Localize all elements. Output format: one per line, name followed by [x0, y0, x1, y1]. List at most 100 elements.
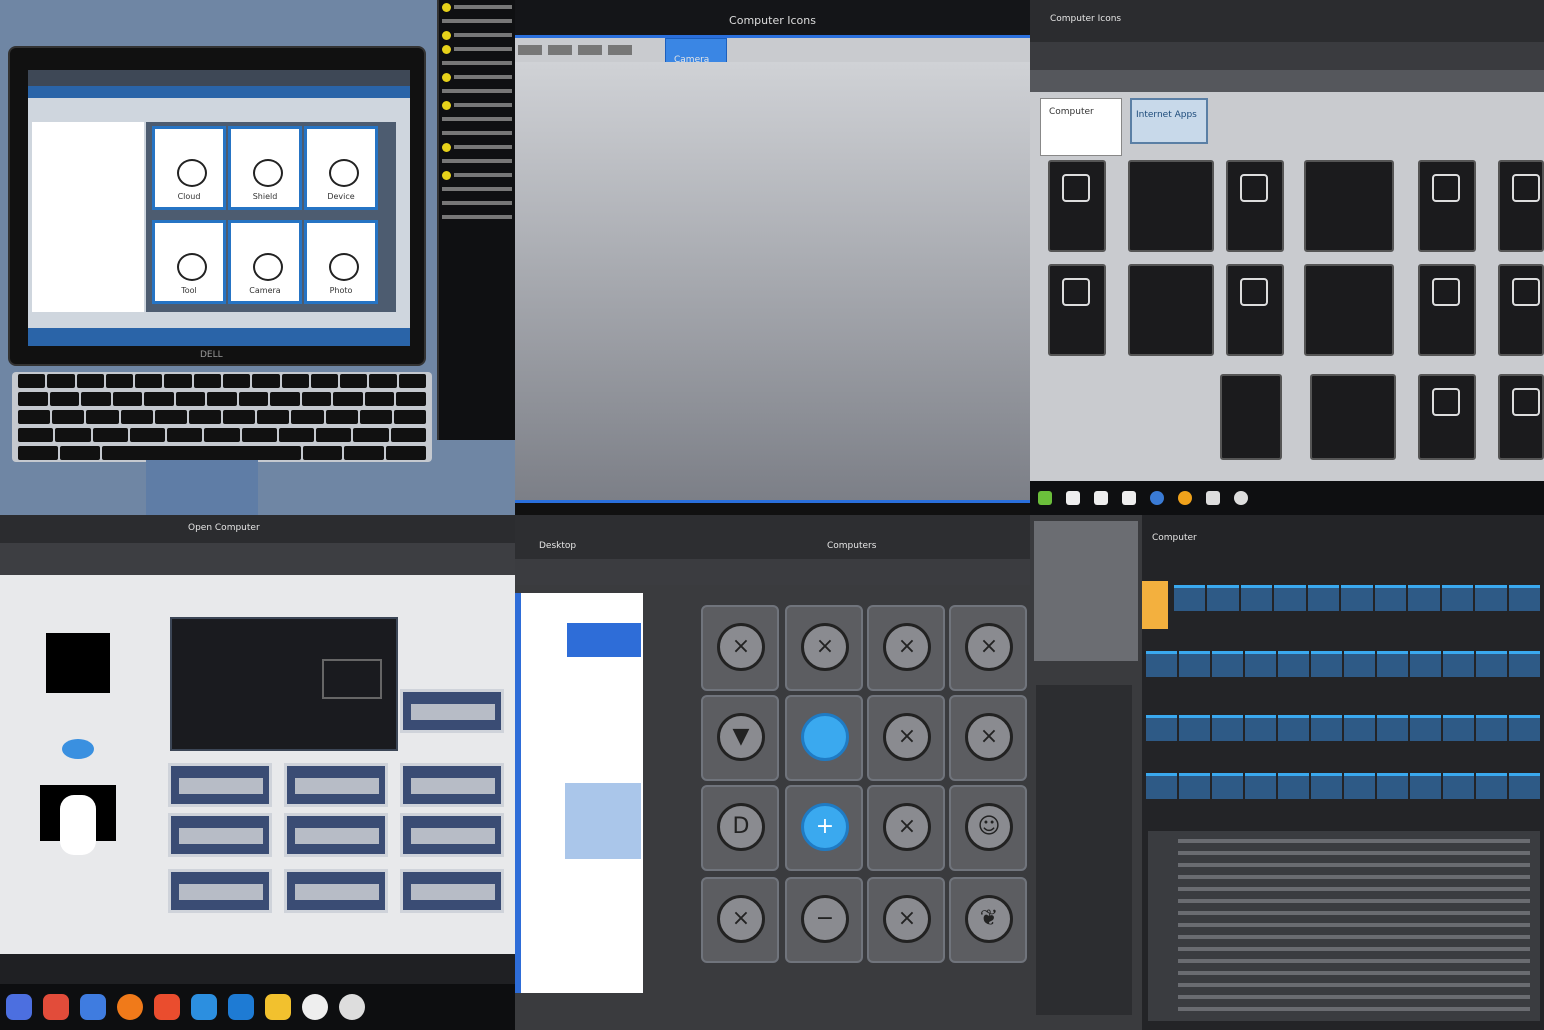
icon-tile[interactable] [1048, 264, 1106, 356]
ribbon-row[interactable] [1142, 715, 1544, 741]
monitor-icon [1432, 278, 1460, 306]
ribbon-row[interactable] [1142, 651, 1544, 677]
icon-tile[interactable] [1418, 374, 1476, 460]
grid-button[interactable]: ▼ [701, 695, 779, 781]
grid-button[interactable] [785, 695, 863, 781]
grid-button[interactable]: × [785, 605, 863, 691]
grid-button[interactable]: × [701, 605, 779, 691]
screen-title-bar [28, 70, 410, 86]
dock-app-icon[interactable] [154, 994, 180, 1020]
app-card[interactable]: Shield [228, 126, 302, 210]
app-icon[interactable] [1150, 491, 1164, 505]
screen-sidebar[interactable] [32, 122, 144, 312]
screen-icon-panel: Cloud Shield Device Tool Camera Photo [146, 122, 396, 312]
hand-icon [40, 785, 116, 855]
app-icon[interactable] [1206, 491, 1220, 505]
app-card[interactable]: Photo [304, 220, 378, 304]
dock-app-icon[interactable] [228, 994, 254, 1020]
sidebar-button[interactable] [567, 623, 641, 657]
address-bar[interactable] [1030, 70, 1544, 92]
windows-logo-icon[interactable] [1142, 581, 1168, 629]
toolbar-button[interactable] [578, 45, 602, 55]
note-card[interactable]: Computer [1040, 98, 1122, 156]
icon-tile[interactable] [1128, 264, 1214, 356]
dock [0, 984, 515, 1030]
dock-app-icon[interactable] [80, 994, 106, 1020]
icon-tile[interactable] [1304, 264, 1394, 356]
grid-button[interactable]: × [867, 785, 945, 871]
icon-tile[interactable] [1498, 160, 1544, 252]
app-card[interactable]: Camera [228, 220, 302, 304]
app-card[interactable]: Device [304, 126, 378, 210]
icon-tile[interactable] [1418, 160, 1476, 252]
monitor-icon [1512, 278, 1540, 306]
icon-tile[interactable] [1226, 160, 1284, 252]
toolbar-button[interactable] [608, 45, 632, 55]
app-icon[interactable] [1122, 491, 1136, 505]
icon-tile[interactable] [1304, 160, 1394, 252]
dock-app-icon[interactable] [117, 994, 143, 1020]
app-icon[interactable] [1178, 491, 1192, 505]
drawer[interactable] [284, 869, 388, 913]
toolbar-button[interactable] [548, 45, 572, 55]
icon-tile[interactable] [1310, 374, 1396, 460]
grid-button[interactable]: × [949, 605, 1027, 691]
dock-app-icon[interactable] [339, 994, 365, 1020]
grid-button[interactable]: ☺ [949, 785, 1027, 871]
icon-tile[interactable] [1220, 374, 1282, 460]
drawer[interactable] [284, 763, 388, 807]
grid-button[interactable]: × [701, 877, 779, 963]
screen-taskbar[interactable] [28, 328, 410, 346]
thumbnail-panel[interactable] [1034, 521, 1138, 661]
icon-tile[interactable] [1226, 264, 1284, 356]
plus-icon: + [801, 803, 849, 851]
grid-button[interactable]: × [867, 605, 945, 691]
dock-app-icon[interactable] [302, 994, 328, 1020]
close-icon: × [801, 623, 849, 671]
icon-tile[interactable] [1128, 160, 1214, 252]
preview-window[interactable] [170, 617, 398, 751]
app-icon[interactable] [1234, 491, 1248, 505]
grid-button[interactable]: − [785, 877, 863, 963]
dock-app-icon[interactable] [6, 994, 32, 1020]
grid-button[interactable]: + [785, 785, 863, 871]
window-title-bar: Computer Icons [1030, 0, 1544, 42]
drawer[interactable] [168, 813, 272, 857]
dock-app-icon[interactable] [265, 994, 291, 1020]
canvas-area[interactable] [515, 62, 1030, 500]
app-icon[interactable] [1038, 491, 1052, 505]
icon-tile[interactable] [1418, 264, 1476, 356]
app-card[interactable]: Tool [152, 220, 226, 304]
drawer[interactable] [284, 813, 388, 857]
dock-app-icon[interactable] [191, 994, 217, 1020]
ribbon-row[interactable] [1170, 585, 1544, 611]
app-icon[interactable] [1066, 491, 1080, 505]
drawer[interactable] [400, 813, 504, 857]
app-icon[interactable] [1094, 491, 1108, 505]
toolbar [1030, 42, 1544, 70]
tile-window: Computer Icons Camera [515, 0, 1030, 515]
status-dot-icon [442, 170, 451, 180]
dock-app-icon[interactable] [43, 994, 69, 1020]
grid-button[interactable]: ❦ [949, 877, 1027, 963]
toolbar-button[interactable] [518, 45, 542, 55]
icon-tile[interactable] [1498, 374, 1544, 460]
tree-view[interactable] [1036, 685, 1132, 1015]
ribbon-row[interactable] [1142, 773, 1544, 799]
grid-button[interactable]: × [867, 877, 945, 963]
drawer[interactable] [400, 763, 504, 807]
drawer[interactable] [400, 869, 504, 913]
sidebar[interactable] [515, 593, 643, 993]
app-card[interactable]: Cloud [152, 126, 226, 210]
data-table[interactable] [1148, 831, 1540, 1021]
drawer[interactable] [168, 763, 272, 807]
drawer[interactable] [168, 869, 272, 913]
icon-tile[interactable] [1498, 264, 1544, 356]
icon-tile[interactable] [1048, 160, 1106, 252]
drawer[interactable] [400, 689, 504, 733]
grid-button[interactable]: × [949, 695, 1027, 781]
grid-button[interactable]: D [701, 785, 779, 871]
screen-menu-bar[interactable] [28, 86, 410, 98]
folder-card[interactable]: Internet Apps [1130, 98, 1208, 144]
grid-button[interactable]: × [867, 695, 945, 781]
